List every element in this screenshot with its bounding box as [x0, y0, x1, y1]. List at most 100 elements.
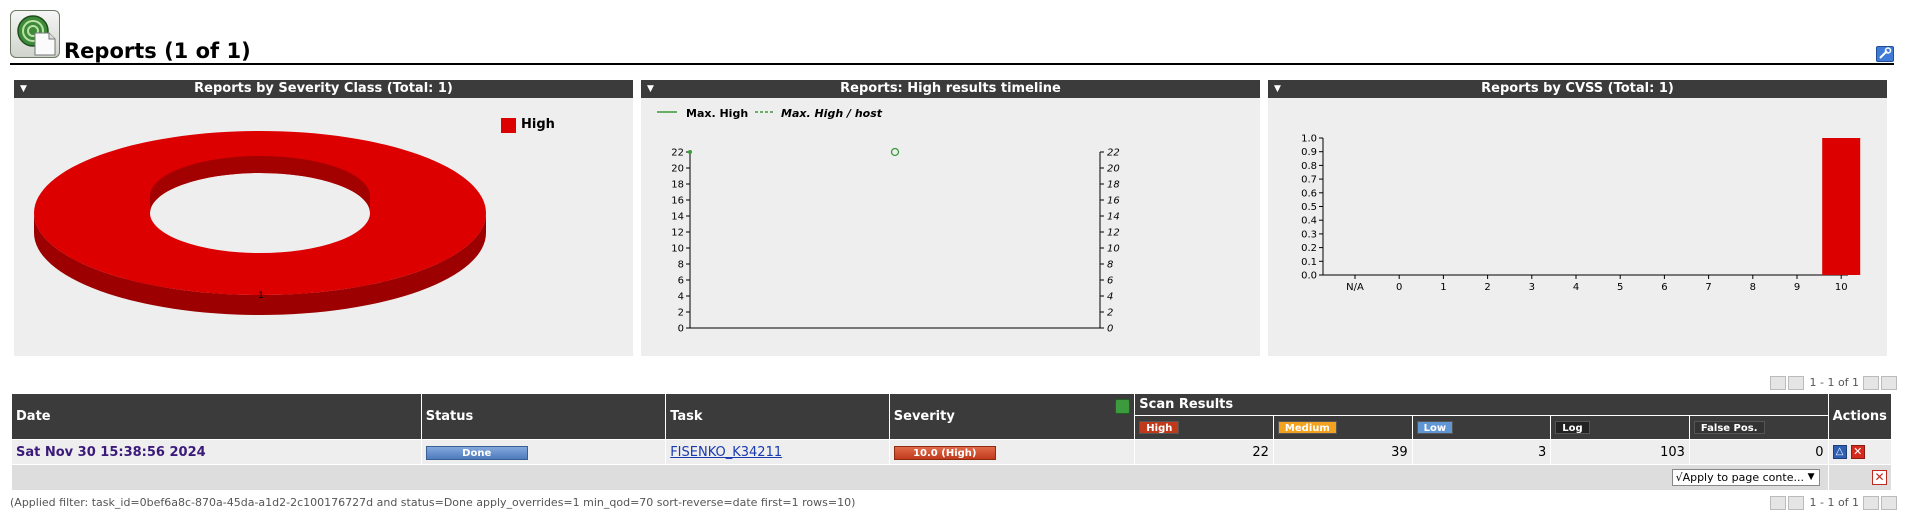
timeline-y-tick-label-left: 12: [671, 228, 684, 239]
apply-cell: √Apply to page conte... ▼: [11, 464, 1829, 491]
next-page-icon[interactable]: [1862, 496, 1879, 510]
page-title: Reports (1 of 1): [64, 39, 251, 63]
timeline-y-tick-label-left: 22: [671, 148, 684, 159]
cvss-x-tick-label: 7: [1705, 282, 1711, 293]
first-page-icon[interactable]: [1770, 496, 1786, 510]
timeline-y-tick-label-right: 4: [1107, 292, 1113, 303]
col-header-high[interactable]: High: [1134, 415, 1274, 440]
cvss-panel-title: Reports by CVSS (Total: 1): [1481, 81, 1674, 96]
prev-page-icon[interactable]: [1788, 496, 1804, 510]
legend-swatch-high: [501, 118, 516, 133]
apply-select[interactable]: √Apply to page conte... ▼: [1671, 469, 1820, 486]
cvss-panel-header[interactable]: ▼ Reports by CVSS (Total: 1): [1268, 80, 1887, 98]
reports-table: Date Status Task Severity Scan Results A…: [11, 393, 1893, 491]
apply-select-value: √Apply to page conte...: [1675, 471, 1804, 484]
status-badge: Done: [425, 445, 528, 460]
last-page-icon[interactable]: [1880, 496, 1897, 510]
timeline-panel-header[interactable]: ▼ Reports: High results timeline: [641, 80, 1260, 98]
timeline-y-tick-label-right: 14: [1107, 212, 1120, 223]
collapse-icon[interactable]: ▼: [20, 80, 27, 98]
cvss-bar-10: [1822, 138, 1861, 275]
col-header-actions: Actions: [1827, 393, 1893, 440]
table-footer-row: √Apply to page conte... ▼ ✕: [11, 464, 1893, 491]
col-header-status[interactable]: Status: [420, 393, 667, 440]
col-header-severity[interactable]: Severity: [888, 393, 1136, 440]
medium-label: Medium: [1277, 421, 1337, 434]
timeline-y-tick-label-right: 22: [1107, 148, 1120, 159]
cvss-x-tick-label: N/A: [1346, 282, 1364, 293]
timeline-y-tick-label-right: 18: [1107, 180, 1120, 191]
col-header-false-pos[interactable]: False Pos.: [1688, 415, 1829, 440]
report-date-link[interactable]: Sat Nov 30 15:38:56 2024: [11, 439, 422, 465]
timeline-y-tick-label-right: 12: [1107, 228, 1120, 239]
cvss-x-tick-label: 2: [1484, 282, 1490, 293]
bulk-actions-cell: ✕: [1827, 464, 1893, 491]
delta-icon[interactable]: △: [1832, 445, 1847, 459]
cvss-y-tick-label: 0.7: [1301, 175, 1317, 186]
severity-class-panel: ▼ Reports by Severity Class (Total: 1) 1…: [14, 80, 633, 356]
prev-page-icon[interactable]: [1788, 376, 1804, 390]
low-label: Low: [1416, 421, 1454, 434]
timeline-y-tick-label-right: 8: [1107, 260, 1113, 271]
timeline-y-tick-label-left: 4: [678, 292, 684, 303]
severity-panel-header[interactable]: ▼ Reports by Severity Class (Total: 1): [14, 80, 633, 98]
severity-donut-chart: 1: [33, 130, 486, 315]
next-page-icon[interactable]: [1862, 376, 1879, 390]
task-link[interactable]: FISENKO_K34211: [665, 439, 890, 465]
col-header-medium[interactable]: Medium: [1272, 415, 1413, 440]
cvss-bar-chart: 0.0 0.1 0.2 0.3 0.4 0.5 0.6 0.7 0.8 0.9 1.0 N/A 0 1 2 3…: [1301, 134, 1861, 293]
bulk-delete-icon[interactable]: ✕: [1872, 470, 1887, 485]
high-label: High: [1139, 421, 1180, 434]
severity-panel-title: Reports by Severity Class (Total: 1): [194, 81, 453, 96]
col-header-low[interactable]: Low: [1411, 415, 1552, 440]
medium-count: 39: [1272, 439, 1413, 465]
max-high-host-point: [890, 147, 900, 157]
wrench-icon[interactable]: [1876, 46, 1894, 62]
delete-icon[interactable]: ✕: [1850, 445, 1865, 459]
timeline-y-tick-label-left: 8: [678, 260, 684, 271]
page-header: Reports (1 of 1): [10, 10, 1894, 66]
collapse-icon[interactable]: ▼: [647, 80, 654, 98]
col-header-scan-results: Scan Results: [1134, 393, 1829, 416]
title-divider: [10, 63, 1894, 65]
cvss-x-tick-label: 3: [1529, 282, 1535, 293]
last-page-icon[interactable]: [1880, 376, 1897, 390]
cvss-y-tick-label: 0.9: [1301, 147, 1317, 158]
cvss-x-tick-label: 0: [1396, 282, 1402, 293]
cvss-y-tick-label: 0.5: [1301, 202, 1317, 213]
log-label: Log: [1555, 421, 1590, 434]
timeline-y-tick-label-right: 0: [1107, 324, 1113, 335]
pager-top: 1 - 1 of 1: [1770, 376, 1899, 390]
cvss-panel: ▼ Reports by CVSS (Total: 1) 0.0 0.1 0.2 0.…: [1268, 80, 1887, 356]
severity-badge: 10.0 (High): [893, 445, 996, 460]
cvss-y-tick-label: 0.6: [1301, 188, 1317, 199]
false-pos-label: False Pos.: [1693, 421, 1765, 434]
low-count: 3: [1411, 439, 1552, 465]
timeline-y-tick-label-left: 0: [678, 324, 684, 335]
timeline-y-tick-label-left: 2: [678, 308, 684, 319]
max-high-point: [688, 150, 692, 154]
first-page-icon[interactable]: [1770, 376, 1786, 390]
col-header-log[interactable]: Log: [1550, 415, 1690, 440]
timeline-y-tick-label-left: 6: [678, 276, 684, 287]
cvss-x-tick-label: 1: [1440, 282, 1446, 293]
timeline-y-tick-label-left: 14: [671, 212, 684, 223]
cvss-x-tick-label: 10: [1835, 282, 1848, 293]
false-pos-count: 0: [1688, 439, 1829, 465]
col-header-date[interactable]: Date: [11, 393, 422, 440]
col-header-task[interactable]: Task: [665, 393, 890, 440]
timeline-chart: 0 02 24 46 68 810 1012 1214 1416 1618 1820 2022 22: [671, 147, 1120, 335]
cvss-y-tick-label: 0.0: [1301, 271, 1317, 282]
donut-slice-high: [33, 130, 486, 296]
high-count: 22: [1134, 439, 1274, 465]
timeline-y-tick-label-right: 20: [1107, 164, 1120, 175]
severity-toggle-icon[interactable]: [1115, 399, 1131, 414]
cvss-y-tick-label: 0.8: [1301, 161, 1317, 172]
log-count: 103: [1550, 439, 1690, 465]
timeline-y-tick-label-right: 6: [1107, 276, 1113, 287]
cvss-x-tick-label: 8: [1750, 282, 1756, 293]
pager-text: 1 - 1 of 1: [1809, 376, 1860, 389]
collapse-icon[interactable]: ▼: [1274, 80, 1281, 98]
cvss-x-tick-label: 6: [1661, 282, 1667, 293]
cvss-x-tick-label: 5: [1617, 282, 1623, 293]
